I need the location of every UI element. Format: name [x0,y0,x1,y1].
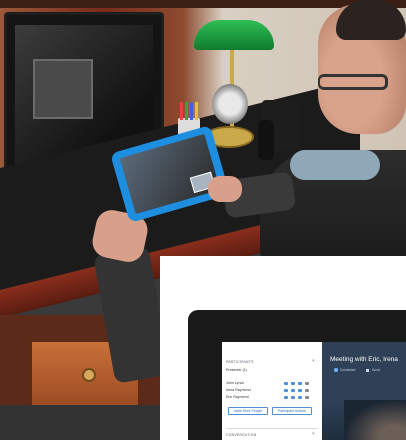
drawer-knob [82,368,96,382]
share-icon[interactable] [298,382,302,385]
desk-clock [212,84,248,124]
pencil [190,102,193,120]
status-dot-icon [334,368,338,372]
conversation-heading: CONVERSATION [226,433,257,437]
participant-actions-button[interactable]: Participant Actions [272,407,312,415]
share-icon[interactable] [298,396,302,399]
video-icon[interactable] [291,382,295,385]
video-icon[interactable] [291,389,295,392]
microphone-icon[interactable] [284,389,288,392]
participant-name[interactable]: Eric Raymond [226,395,249,399]
pencil [195,102,198,120]
participant-name[interactable]: Irena Raymond [226,388,251,392]
phone-handset [258,120,274,160]
panel-divider [226,428,318,429]
participants-heading: PARTICIPANTS [226,360,254,364]
more-icon[interactable] [305,382,309,385]
more-icon[interactable] [305,396,309,399]
participant-video [344,400,406,440]
connection-quality: Good [372,368,380,372]
share-icon[interactable] [298,389,302,392]
connection-status: Connected [340,368,356,372]
more-icon[interactable] [305,389,309,392]
right-hand [208,176,242,202]
bankers-lamp-shade [194,20,274,50]
close-icon[interactable]: × [312,358,315,363]
presenter-label: Presenter (1) [226,368,247,372]
participant-name[interactable]: John Lynch [226,381,244,385]
pencil [180,102,183,120]
invite-more-people-button[interactable]: Invite More People [228,407,268,415]
close-icon[interactable]: × [312,431,315,436]
meeting-title: Meeting with Eric, Irena [330,356,398,363]
video-icon[interactable] [291,396,295,399]
eyeglasses [318,74,388,90]
floor [0,405,160,440]
microphone-icon[interactable] [284,396,288,399]
signal-icon [366,369,369,372]
monitor-reflection [33,59,93,119]
microphone-icon[interactable] [284,382,288,385]
pencil [185,102,188,120]
shirt-collar [290,150,380,180]
